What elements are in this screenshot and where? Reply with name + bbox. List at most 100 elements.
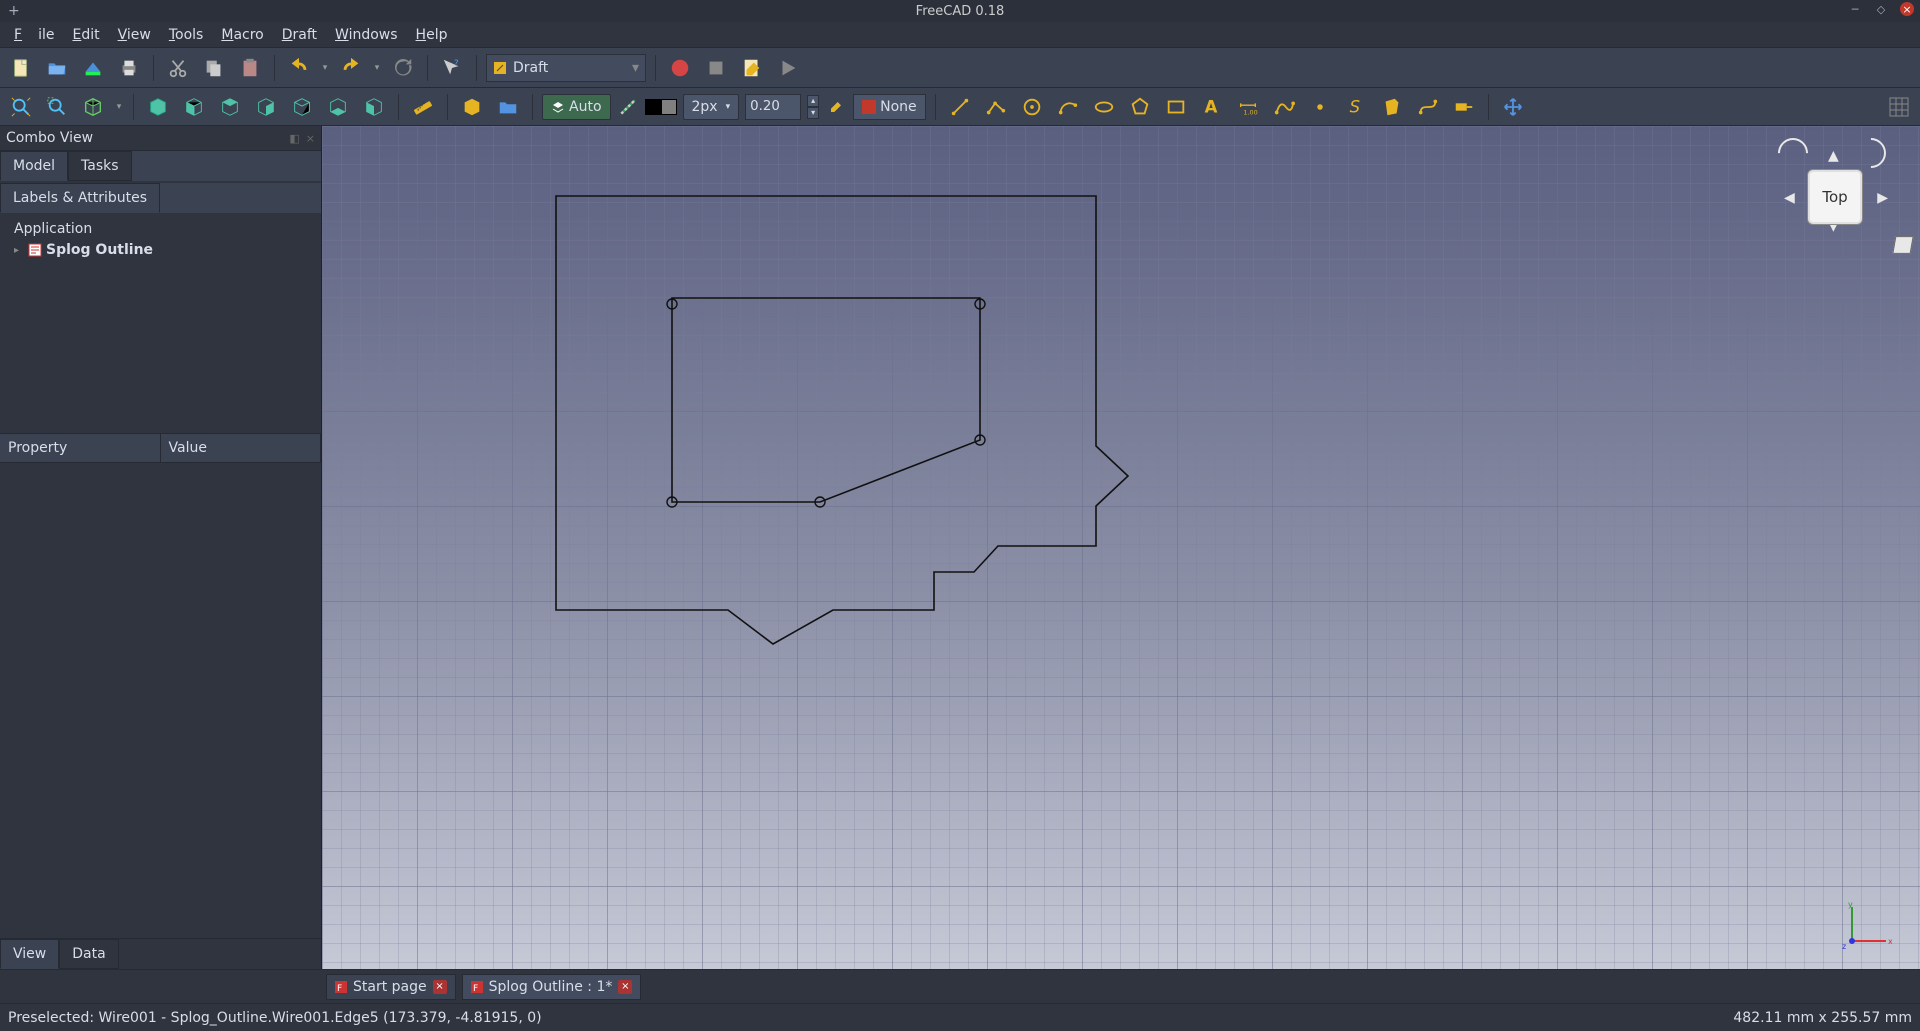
- draft-label-button[interactable]: [1449, 92, 1479, 122]
- window-minimize-button[interactable]: ─: [1848, 2, 1862, 16]
- menu-tools[interactable]: Tools: [161, 25, 212, 45]
- font-size-input[interactable]: [745, 94, 801, 120]
- navcube-rotate-ccw[interactable]: [1772, 132, 1814, 174]
- menu-help[interactable]: Help: [408, 25, 456, 45]
- face-color-swatch[interactable]: [661, 99, 677, 115]
- expand-icon[interactable]: ▸: [14, 245, 24, 256]
- tab-model[interactable]: Model: [0, 151, 68, 181]
- draft-ellipse-button[interactable]: [1089, 92, 1119, 122]
- apply-style-button[interactable]: [825, 92, 847, 122]
- macro-stop-button[interactable]: [701, 53, 731, 83]
- window-maximize-button[interactable]: ◇: [1874, 2, 1888, 16]
- tab-view[interactable]: View: [0, 939, 59, 969]
- whats-this-button[interactable]: ?: [437, 53, 467, 83]
- measure-button[interactable]: [408, 92, 438, 122]
- line-width-selector[interactable]: 2px▾: [683, 94, 740, 120]
- draft-point-button[interactable]: [1305, 92, 1335, 122]
- line-color-swatch[interactable]: [645, 99, 661, 115]
- doc-tab-start-page[interactable]: F Start page ×: [326, 974, 456, 1000]
- front-view-button[interactable]: [179, 92, 209, 122]
- draft-arc-button[interactable]: [1053, 92, 1083, 122]
- new-file-button[interactable]: [6, 53, 36, 83]
- fit-all-button[interactable]: [6, 92, 36, 122]
- menu-windows[interactable]: Windows: [327, 25, 406, 45]
- redo-dropdown[interactable]: ▾: [372, 63, 382, 73]
- navcube-mini-icon[interactable]: [1892, 236, 1913, 254]
- draft-circle-button[interactable]: [1017, 92, 1047, 122]
- redo-button[interactable]: [336, 53, 366, 83]
- fit-selection-button[interactable]: [42, 92, 72, 122]
- draft-shapestring-button[interactable]: S: [1341, 92, 1371, 122]
- iso-button[interactable]: [143, 92, 173, 122]
- draft-line-button[interactable]: [945, 92, 975, 122]
- tree-item-document[interactable]: ▸ Splog Outline: [6, 241, 315, 259]
- navcube-left-arrow[interactable]: ◀: [1784, 190, 1795, 206]
- construction-mode-button[interactable]: [617, 92, 639, 122]
- draft-bspline-button[interactable]: [1269, 92, 1299, 122]
- draft-dimension-button[interactable]: 1.00: [1233, 92, 1263, 122]
- draft-text-button[interactable]: A: [1197, 92, 1227, 122]
- draft-facebinder-button[interactable]: [1377, 92, 1407, 122]
- top-view-button[interactable]: [215, 92, 245, 122]
- bottom-view-button[interactable]: [323, 92, 353, 122]
- draft-polygon-button[interactable]: [1125, 92, 1155, 122]
- navcube-rotate-cw[interactable]: [1850, 132, 1892, 174]
- macro-play-button[interactable]: [773, 53, 803, 83]
- draft-rectangle-button[interactable]: [1161, 92, 1191, 122]
- print-button[interactable]: [114, 53, 144, 83]
- draft-wire-button[interactable]: [981, 92, 1011, 122]
- navcube-right-arrow[interactable]: ▶: [1877, 190, 1888, 206]
- part-button[interactable]: [457, 92, 487, 122]
- toggle-grid-button[interactable]: [1884, 92, 1914, 122]
- rear-view-button[interactable]: [287, 92, 317, 122]
- app-menu-icon[interactable]: +: [0, 3, 28, 19]
- undo-button[interactable]: [284, 53, 314, 83]
- save-file-button[interactable]: [78, 53, 108, 83]
- paste-button[interactable]: [235, 53, 265, 83]
- font-size-down[interactable]: ▾: [807, 107, 819, 119]
- workbench-selector[interactable]: Draft ▾: [486, 54, 646, 82]
- 3d-viewport[interactable]: ▲ ◀ ▶ ▼ Top x y z: [322, 126, 1920, 969]
- window-titlebar: + FreeCAD 0.18 ─ ◇ ×: [0, 0, 1920, 22]
- tab-data[interactable]: Data: [59, 939, 118, 969]
- doc-tab-splog-outline[interactable]: F Splog Outline : 1* ×: [462, 974, 642, 1000]
- menu-view[interactable]: View: [110, 25, 159, 45]
- draft-move-button[interactable]: [1498, 92, 1528, 122]
- isometric-view-button[interactable]: [78, 92, 108, 122]
- color-swatches[interactable]: [645, 99, 677, 115]
- menu-macro[interactable]: Macro: [213, 25, 271, 45]
- menu-draft[interactable]: Draft: [274, 25, 325, 45]
- copy-button[interactable]: [199, 53, 229, 83]
- menu-edit[interactable]: Edit: [64, 25, 107, 45]
- model-tree[interactable]: Application ▸ Splog Outline: [0, 213, 321, 433]
- close-tab-button[interactable]: ×: [433, 980, 447, 994]
- navcube-face[interactable]: Top: [1807, 169, 1863, 225]
- property-body: [0, 463, 321, 938]
- panel-close-button[interactable]: ×: [306, 132, 315, 145]
- value-column-header[interactable]: Value: [161, 434, 322, 462]
- property-header: Property Value: [0, 433, 321, 463]
- navigation-cube[interactable]: ▲ ◀ ▶ ▼ Top: [1772, 134, 1892, 254]
- macro-edit-button[interactable]: [737, 53, 767, 83]
- window-close-button[interactable]: ×: [1900, 2, 1914, 16]
- cut-button[interactable]: [163, 53, 193, 83]
- right-view-button[interactable]: [251, 92, 281, 122]
- property-column-header[interactable]: Property: [0, 434, 161, 462]
- macro-record-button[interactable]: [665, 53, 695, 83]
- autogroup-none-button[interactable]: None: [853, 94, 926, 120]
- menu-file[interactable]: File: [6, 25, 62, 45]
- font-size-up[interactable]: ▴: [807, 95, 819, 107]
- close-tab-button[interactable]: ×: [618, 980, 632, 994]
- left-view-button[interactable]: [359, 92, 389, 122]
- view-dropdown[interactable]: ▾: [114, 102, 124, 112]
- navcube-up-arrow[interactable]: ▲: [1828, 148, 1839, 164]
- autogroup-button[interactable]: Auto: [542, 94, 611, 120]
- open-file-button[interactable]: [42, 53, 72, 83]
- undo-dropdown[interactable]: ▾: [320, 63, 330, 73]
- refresh-button[interactable]: [388, 53, 418, 83]
- tab-tasks[interactable]: Tasks: [68, 151, 132, 181]
- group-button[interactable]: [493, 92, 523, 122]
- tab-labels-attributes[interactable]: Labels & Attributes: [0, 183, 160, 213]
- draft-bezier-button[interactable]: [1413, 92, 1443, 122]
- panel-float-button[interactable]: ◧: [289, 132, 299, 145]
